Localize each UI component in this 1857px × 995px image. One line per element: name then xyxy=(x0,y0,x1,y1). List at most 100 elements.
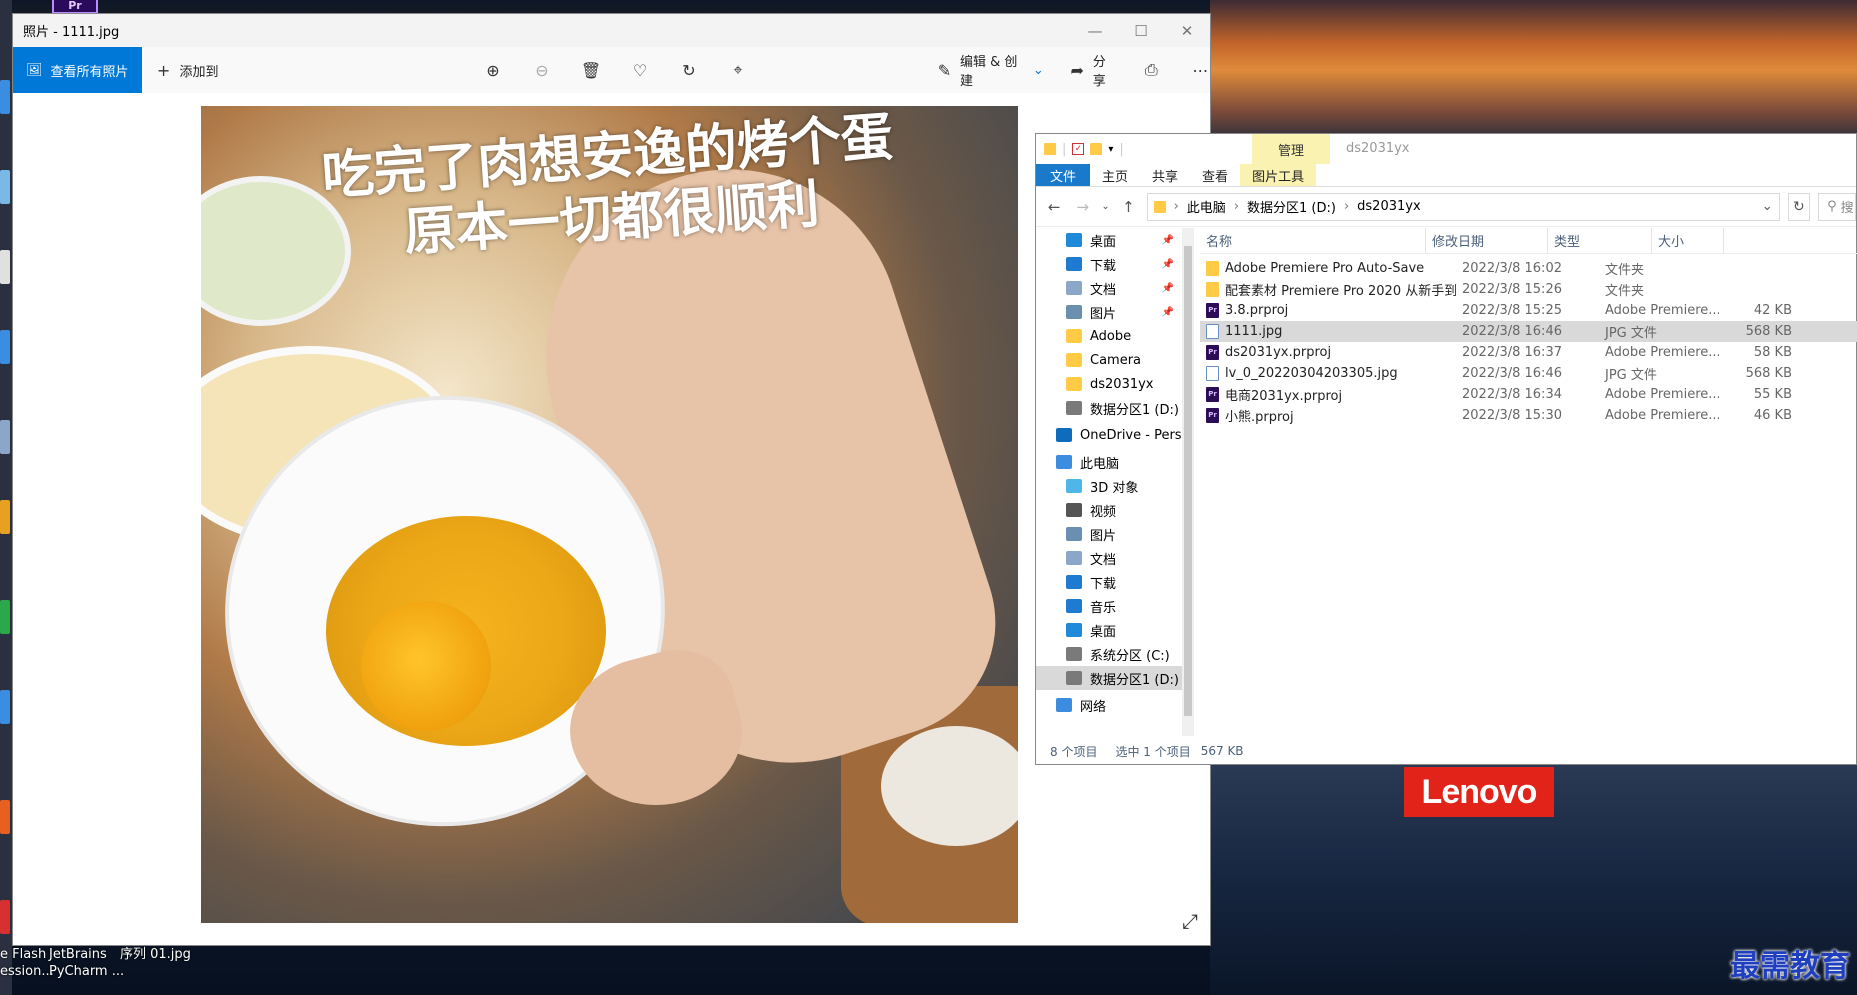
nav-item[interactable]: Adobe xyxy=(1036,324,1182,348)
desktop-icon[interactable] xyxy=(0,690,10,724)
view-all-photos-button[interactable]: 🖼 查看所有照片 xyxy=(13,47,142,93)
nav-item[interactable]: 视频 xyxy=(1036,498,1182,522)
close-icon[interactable]: ✕ xyxy=(1164,14,1210,47)
heart-icon[interactable]: ♡ xyxy=(630,60,650,80)
quick-access-dropdown-icon[interactable]: ▾ xyxy=(1108,144,1113,155)
nav-item[interactable]: 数据分区1 (D:) xyxy=(1036,396,1182,420)
minimize-icon[interactable]: — xyxy=(1072,14,1118,47)
share-button[interactable]: ➦ 分享 xyxy=(1056,51,1130,89)
file-row[interactable]: 1111.jpg 2022/3/8 16:46 JPG 文件 568 KB xyxy=(1200,321,1857,342)
nav-item[interactable]: 桌面 📌 xyxy=(1036,228,1182,252)
properties-icon[interactable]: ✓ xyxy=(1072,143,1085,155)
more-icon[interactable]: ⋯ xyxy=(1191,60,1210,80)
photos-titlebar[interactable]: 照片 - 1111.jpg — ☐ ✕ xyxy=(13,14,1210,47)
desktop-shortcut-image[interactable]: 序列 01.jpg xyxy=(120,946,191,963)
tab-file[interactable]: 文件 xyxy=(1036,164,1091,186)
desktop-icon[interactable] xyxy=(0,80,10,114)
crop-icon[interactable]: ⌖ xyxy=(728,60,748,80)
desktop-icon[interactable] xyxy=(0,420,10,454)
premiere-desktop-icon[interactable]: Pr xyxy=(52,0,98,14)
delete-icon[interactable]: 🗑 xyxy=(581,60,601,80)
tab-share[interactable]: 共享 xyxy=(1140,164,1190,186)
file-name: 小熊.prproj xyxy=(1225,410,1294,425)
nav-item[interactable]: 3D 对象 xyxy=(1036,474,1182,498)
tab-view[interactable]: 查看 xyxy=(1190,164,1240,186)
column-date[interactable]: 修改日期 xyxy=(1426,227,1548,254)
photo-image[interactable]: 吃完了肉想安逸的烤个蛋 原本一切都很顺利 xyxy=(201,106,1018,923)
nav-item[interactable]: OneDrive - Perso xyxy=(1036,423,1182,447)
explorer-titlebar[interactable]: | ✓ ▾ | 管理 ds2031yx xyxy=(1036,134,1856,164)
desktop-icon[interactable] xyxy=(0,170,10,204)
column-size[interactable]: 大小 xyxy=(1652,227,1724,254)
print-icon[interactable]: ⎙ xyxy=(1142,60,1161,80)
nav-item[interactable]: 此电脑 xyxy=(1036,450,1182,474)
column-type[interactable]: 类型 xyxy=(1548,227,1652,254)
column-name[interactable]: 名称 xyxy=(1200,227,1426,254)
edit-create-button[interactable]: ✎ 编辑 & 创建 ⌄ xyxy=(923,51,1056,89)
nav-item[interactable]: 图片 xyxy=(1036,522,1182,546)
desktop-icon[interactable] xyxy=(0,500,10,534)
nav-item[interactable]: 音乐 xyxy=(1036,594,1182,618)
back-icon[interactable]: ← xyxy=(1044,198,1064,216)
recent-dropdown-icon[interactable]: ⌄ xyxy=(1101,201,1110,212)
selected-size: 567 KB xyxy=(1200,744,1244,758)
new-folder-icon[interactable] xyxy=(1090,143,1103,155)
breadcrumb-this-pc[interactable]: 此电脑 xyxy=(1187,197,1226,216)
file-row[interactable]: Adobe Premiere Pro Auto-Save 2022/3/8 16:… xyxy=(1200,258,1857,279)
image-file-icon xyxy=(1206,324,1219,339)
nav-item[interactable]: 数据分区1 (D:) xyxy=(1036,666,1182,690)
file-row[interactable]: Pr 小熊.prproj 2022/3/8 15:30 Adobe Premiere.… xyxy=(1200,405,1857,426)
desktop-icon[interactable] xyxy=(0,600,10,634)
file-name-cell: 1111.jpg xyxy=(1200,324,1456,339)
fullscreen-icon[interactable]: ⤢ xyxy=(1182,909,1198,933)
address-bar[interactable]: › 此电脑 › 数据分区1 (D:) › ds2031yx ⌄ xyxy=(1146,192,1780,221)
file-row[interactable]: Pr 电商2031yx.prproj 2022/3/8 16:34 Adobe Pre… xyxy=(1200,384,1857,405)
status-bar: 8 个项目 选中 1 个项目 567 KB xyxy=(1036,738,1857,764)
rotate-icon[interactable]: ↻ xyxy=(679,60,699,80)
nav-item-icon xyxy=(1066,329,1082,343)
column-headers: 名称 修改日期 类型 大小 xyxy=(1200,227,1857,254)
nav-item[interactable]: 桌面 xyxy=(1036,618,1182,642)
nav-item[interactable]: 下载 xyxy=(1036,570,1182,594)
search-input[interactable]: ⚲ 搜 xyxy=(1818,192,1856,221)
nav-item[interactable]: 图片 📌 xyxy=(1036,300,1182,324)
nav-item[interactable]: 文档 📌 xyxy=(1036,276,1182,300)
file-date: 2022/3/8 16:02 xyxy=(1462,261,1562,276)
file-row[interactable]: lv_0_20220304203305.jpg 2022/3/8 16:46 JPG… xyxy=(1200,363,1857,384)
desktop-shortcut-flash[interactable]: e Flash ession... xyxy=(0,946,54,980)
file-size: 568 KB xyxy=(1745,366,1792,381)
desktop-wallpaper-sky xyxy=(1210,0,1857,140)
nav-item[interactable]: Camera xyxy=(1036,348,1182,372)
file-size: 568 KB xyxy=(1745,324,1792,339)
maximize-icon[interactable]: ☐ xyxy=(1118,14,1164,47)
desktop-icon[interactable] xyxy=(0,330,10,364)
file-row[interactable]: Pr 3.8.prproj 2022/3/8 15:25 Adobe Premiere… xyxy=(1200,300,1857,321)
add-to-button[interactable]: + 添加到 xyxy=(142,60,231,80)
forward-icon[interactable]: → xyxy=(1072,198,1092,216)
address-dropdown-icon[interactable]: ⌄ xyxy=(1762,199,1773,214)
nav-item-label: ds2031yx xyxy=(1090,376,1154,392)
zoom-in-icon[interactable]: ⊕ xyxy=(483,60,503,80)
nav-item[interactable]: 系统分区 (C:) xyxy=(1036,642,1182,666)
nav-item-label: Camera xyxy=(1090,352,1142,368)
desktop-shortcut-pycharm[interactable]: JetBrains PyCharm ... xyxy=(49,946,124,980)
breadcrumb-folder[interactable]: ds2031yx xyxy=(1357,199,1421,214)
desktop-icon[interactable] xyxy=(0,250,10,284)
nav-item[interactable]: 网络 xyxy=(1036,693,1182,717)
tab-home[interactable]: 主页 xyxy=(1090,164,1140,186)
file-row[interactable]: Pr ds2031yx.prproj 2022/3/8 16:37 Adobe Pre… xyxy=(1200,342,1857,363)
tab-picture-tools[interactable]: 图片工具 xyxy=(1240,164,1317,186)
up-icon[interactable]: ↑ xyxy=(1118,198,1138,216)
breadcrumb-drive-d[interactable]: 数据分区1 (D:) xyxy=(1247,197,1336,216)
nav-scrollbar[interactable] xyxy=(1182,228,1194,736)
nav-item[interactable]: ds2031yx xyxy=(1036,372,1182,396)
nav-item[interactable]: 文档 xyxy=(1036,546,1182,570)
desktop-icon[interactable] xyxy=(0,900,10,934)
zoom-out-icon[interactable]: ⊖ xyxy=(532,60,552,80)
tab-manage[interactable]: 管理 xyxy=(1252,134,1330,164)
refresh-icon[interactable]: ↻ xyxy=(1787,192,1811,221)
file-row[interactable]: 配套素材 Premiere Pro 2020 从新手到... 2022/3/8 1… xyxy=(1200,279,1857,300)
desktop-icon[interactable] xyxy=(0,800,10,834)
lenovo-logo: Lenovo xyxy=(1404,767,1554,817)
nav-item[interactable]: 下载 📌 xyxy=(1036,252,1182,276)
